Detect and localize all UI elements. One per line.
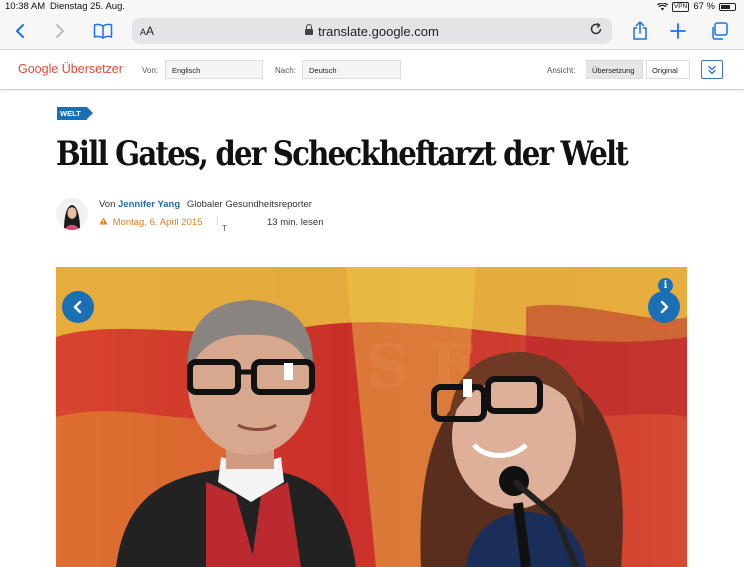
status-bar: 10:38 AM Dienstag 25. Aug. VPN 67 % bbox=[0, 0, 744, 14]
url-display: translate.google.com bbox=[132, 24, 612, 39]
translate-brand[interactable]: Google Übersetzer bbox=[18, 62, 123, 76]
t-mark: T bbox=[222, 224, 227, 233]
address-bar[interactable]: AA translate.google.com bbox=[132, 18, 612, 44]
bookmarks-button[interactable] bbox=[92, 20, 114, 42]
hero-photo[interactable]: S E i bbox=[56, 267, 687, 567]
article: WELT Bill Gates, der Scheckheftarzt der … bbox=[0, 90, 744, 567]
share-icon bbox=[633, 21, 647, 40]
url-text: translate.google.com bbox=[318, 24, 439, 39]
share-button[interactable] bbox=[630, 20, 650, 42]
arrow-left-icon bbox=[73, 300, 82, 314]
gallery-prev-button[interactable] bbox=[62, 291, 94, 323]
battery-icon bbox=[719, 2, 736, 11]
hero-photo-image: S E bbox=[56, 267, 687, 567]
original-view-button[interactable]: Original bbox=[646, 60, 690, 79]
by-prefix: Von bbox=[99, 199, 116, 210]
browser-toolbar: AA translate.google.com bbox=[0, 14, 744, 50]
translate-bar: Google Übersetzer Von: Englisch Nach: De… bbox=[0, 50, 744, 90]
status-time: 10:38 AM bbox=[5, 1, 46, 12]
vpn-badge: VPN bbox=[671, 1, 690, 12]
tabs-icon bbox=[712, 22, 728, 40]
to-language-select[interactable]: Deutsch bbox=[302, 60, 401, 79]
tabs-button[interactable] bbox=[708, 20, 730, 42]
dateline: Montag, 6. April 2015 | T bbox=[99, 216, 227, 233]
forward-button[interactable] bbox=[50, 20, 70, 42]
back-button[interactable] bbox=[10, 20, 30, 42]
author-link[interactable]: Jennifer Yang bbox=[118, 199, 180, 210]
status-date: Dienstag 25. Aug. bbox=[50, 1, 125, 12]
battery-percent: 67 % bbox=[693, 1, 715, 12]
from-language-select[interactable]: Englisch bbox=[165, 60, 263, 79]
article-headline: Bill Gates, der Scheckheftarzt der Welt bbox=[56, 134, 629, 174]
byline: Von Jennifer Yang Globaler Gesundheitsre… bbox=[99, 199, 312, 210]
reload-icon bbox=[590, 22, 602, 35]
publish-date: Montag, 6. April 2015 bbox=[112, 217, 203, 228]
translation-view-button[interactable]: Übersetzung bbox=[586, 60, 643, 79]
author-role: Globaler Gesundheitsreporter bbox=[186, 199, 312, 210]
warning-icon bbox=[99, 217, 108, 225]
chevron-right-icon bbox=[56, 24, 64, 38]
author-avatar[interactable] bbox=[56, 198, 88, 230]
view-label: Ansicht: bbox=[547, 66, 576, 75]
book-icon bbox=[93, 23, 113, 39]
gallery-next-button[interactable] bbox=[648, 291, 680, 323]
wifi-icon bbox=[656, 2, 668, 10]
lock-icon bbox=[305, 24, 314, 35]
from-label: Von: bbox=[142, 66, 159, 75]
chevron-left-icon bbox=[16, 24, 24, 38]
reload-button[interactable] bbox=[588, 21, 604, 42]
plus-icon bbox=[670, 23, 686, 39]
read-time: 13 min. lesen bbox=[267, 217, 324, 228]
date-separator: | bbox=[216, 216, 219, 227]
double-chevron-down-icon bbox=[708, 65, 716, 74]
section-tag[interactable]: WELT bbox=[57, 107, 93, 120]
status-right: VPN 67 % bbox=[656, 1, 736, 12]
battery-fill bbox=[721, 4, 730, 9]
collapse-bar-button[interactable] bbox=[701, 60, 723, 79]
new-tab-button[interactable] bbox=[668, 20, 688, 42]
arrow-right-icon bbox=[660, 300, 669, 314]
to-label: Nach: bbox=[275, 66, 296, 75]
